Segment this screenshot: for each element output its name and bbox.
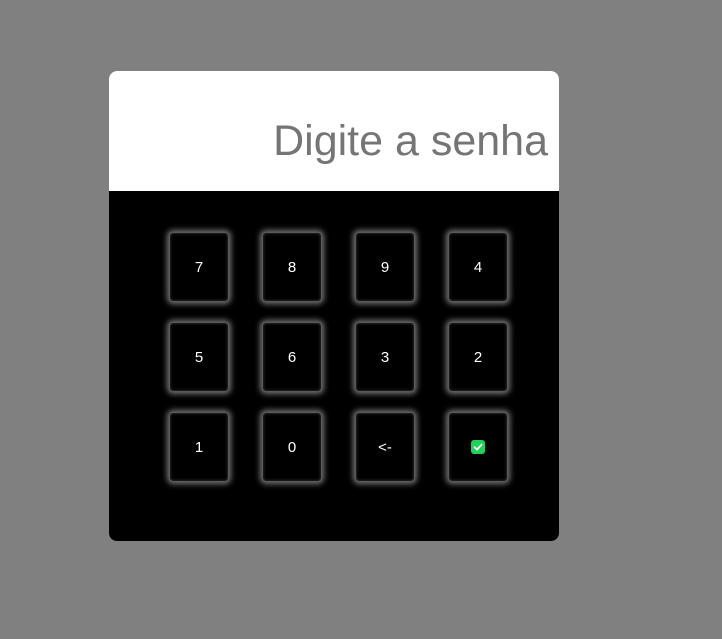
- key-6[interactable]: 6: [262, 322, 322, 392]
- key-1[interactable]: 1: [169, 412, 229, 482]
- keypad-card: Digite a senha 7 8 9 4 5 6 3 2 1 0 <-: [109, 71, 559, 541]
- keypad: 7 8 9 4 5 6 3 2 1 0 <-: [109, 191, 559, 541]
- password-placeholder: Digite a senha: [273, 117, 548, 165]
- key-9[interactable]: 9: [355, 232, 415, 302]
- key-0[interactable]: 0: [262, 412, 322, 482]
- key-4[interactable]: 4: [448, 232, 508, 302]
- key-8[interactable]: 8: [262, 232, 322, 302]
- key-2[interactable]: 2: [448, 322, 508, 392]
- check-box-icon: [471, 440, 485, 454]
- confirm-button[interactable]: [448, 412, 508, 482]
- key-7[interactable]: 7: [169, 232, 229, 302]
- backspace-button[interactable]: <-: [355, 412, 415, 482]
- key-3[interactable]: 3: [355, 322, 415, 392]
- key-5[interactable]: 5: [169, 322, 229, 392]
- password-display: Digite a senha: [109, 71, 559, 191]
